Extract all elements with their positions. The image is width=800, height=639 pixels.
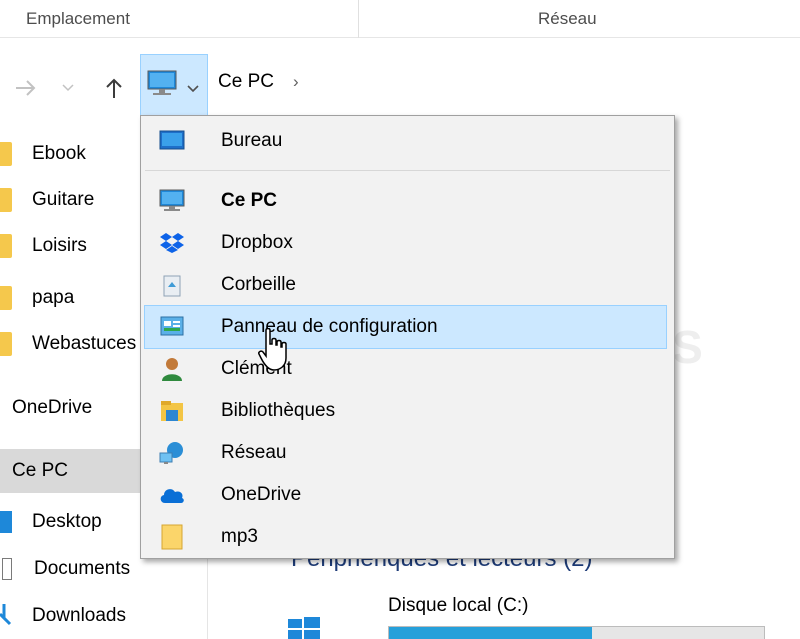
location-dropdown-menu: Bureau Ce PC Dropbox Corbeille Panneau d… [140, 115, 675, 559]
sidebar-item-label: Webastuces [32, 333, 137, 354]
folder-icon [0, 234, 12, 258]
sidebar-item-label: Desktop [32, 511, 102, 532]
arrow-up-icon [106, 78, 122, 98]
recent-locations-button[interactable] [56, 52, 80, 124]
arrow-right-icon [16, 80, 36, 96]
menu-item-label: Bibliothèques [221, 400, 336, 421]
menu-item-reseau[interactable]: Réseau [145, 432, 666, 474]
sidebar-item-label: Ebook [32, 143, 86, 164]
computer-icon [147, 70, 177, 95]
chevron-down-icon[interactable] [187, 85, 199, 93]
up-button[interactable] [96, 52, 132, 124]
dropbox-icon [159, 230, 185, 256]
user-icon [159, 356, 185, 382]
libraries-icon [159, 398, 185, 424]
menu-item-bureau[interactable]: Bureau [145, 120, 666, 162]
chevron-down-icon [62, 84, 74, 92]
address-location-button[interactable] [140, 54, 208, 122]
desktop-icon [0, 511, 12, 533]
menu-item-this-pc[interactable]: Ce PC [145, 180, 666, 222]
sidebar-item-label: Loisirs [32, 235, 87, 256]
sidebar-item-label: Ce PC [12, 460, 68, 481]
desktop-icon [159, 128, 185, 154]
mouse-cursor-icon [258, 328, 287, 371]
menu-item-label: OneDrive [221, 484, 302, 505]
document-icon [2, 558, 12, 580]
menu-item-label: Dropbox [221, 232, 293, 253]
recycle-bin-icon [159, 272, 185, 298]
menu-item-label: mp3 [221, 526, 258, 547]
folder-icon [0, 332, 12, 356]
folder-icon [159, 524, 185, 550]
menu-item-label: Bureau [221, 130, 283, 151]
forward-button[interactable] [6, 52, 46, 124]
menu-item-mp3[interactable]: mp3 [145, 516, 666, 558]
menu-item-corbeille[interactable]: Corbeille [145, 264, 666, 306]
menu-item-label: Ce PC [221, 190, 277, 211]
menu-item-control-panel[interactable]: Panneau de configuration [144, 305, 667, 349]
sidebar-item-label: Documents [34, 558, 131, 579]
cloud-icon [159, 482, 185, 508]
column-header: Emplacement Réseau [0, 0, 800, 38]
sidebar-item-label: Downloads [32, 605, 126, 626]
sidebar-item-label: papa [32, 287, 75, 308]
folder-icon [0, 188, 12, 212]
menu-item-label: Réseau [221, 442, 287, 463]
menu-item-clement[interactable]: Clément [145, 348, 666, 390]
address-breadcrumb-this-pc[interactable]: Ce PC [218, 71, 274, 93]
sidebar-item-label: OneDrive [12, 397, 93, 418]
folder-icon [0, 142, 12, 166]
menu-separator [145, 170, 670, 171]
drive-usage-bar [388, 626, 765, 639]
menu-item-label: Corbeille [221, 274, 296, 295]
folder-icon [0, 286, 12, 310]
column-header-location[interactable]: Emplacement [26, 0, 130, 38]
menu-item-bibliotheques[interactable]: Bibliothèques [145, 390, 666, 432]
column-header-network[interactable]: Réseau [538, 0, 597, 38]
column-divider[interactable] [358, 0, 359, 38]
menu-item-dropbox[interactable]: Dropbox [145, 222, 666, 264]
control-panel-icon [159, 314, 185, 340]
windows-drive-icon [288, 617, 320, 639]
computer-icon [159, 188, 185, 214]
sidebar-item-label: Guitare [32, 189, 95, 210]
menu-item-onedrive[interactable]: OneDrive [145, 474, 666, 516]
breadcrumb-chevron-icon[interactable]: › [293, 72, 299, 92]
drive-usage-fill [389, 627, 592, 639]
download-icon [0, 604, 12, 626]
network-icon [159, 440, 185, 466]
sidebar-item-downloads[interactable]: Downloads [0, 594, 207, 638]
drive-label[interactable]: Disque local (C:) [388, 595, 528, 617]
menu-item-label: Panneau de configuration [221, 316, 438, 337]
